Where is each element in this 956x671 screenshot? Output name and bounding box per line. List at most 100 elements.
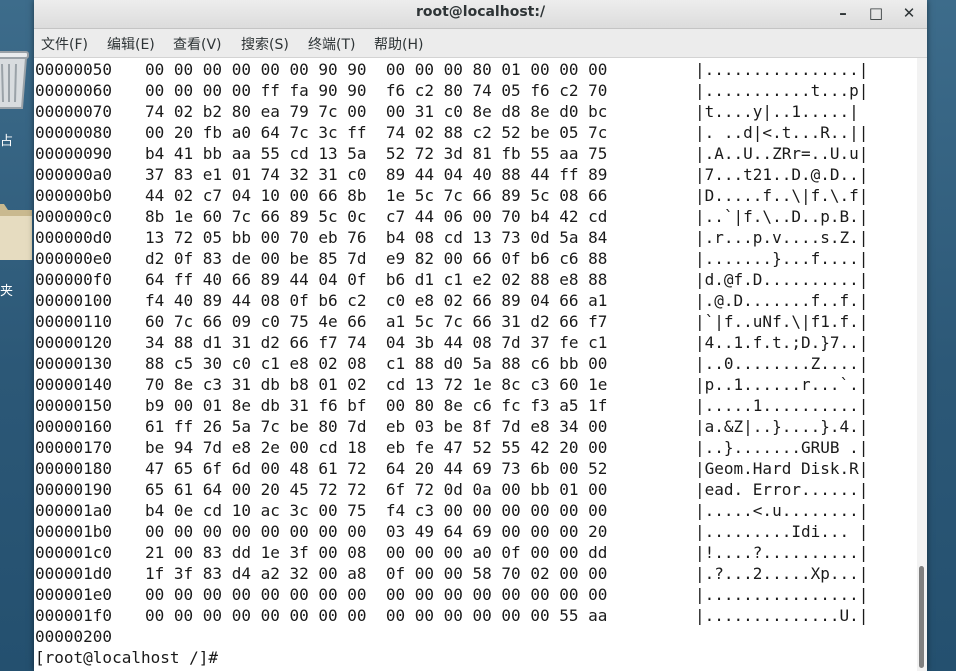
scrollbar[interactable]: [917, 58, 927, 671]
offset: 000001c0: [35, 543, 113, 562]
ascii-column: |..0........Z....|: [695, 354, 869, 373]
menu-help[interactable]: 帮助(H): [374, 34, 423, 54]
offset: 00000090: [35, 144, 113, 163]
hex-bytes: 21 00 83 dd 1e 3f 00 08 00 00 00 a0 0f 0…: [145, 543, 608, 562]
trash-icon[interactable]: [0, 44, 32, 114]
offset: 00000070: [35, 102, 113, 121]
hex-bytes: 44 02 c7 04 10 00 66 8b 1e 5c 7c 66 89 5…: [145, 186, 608, 205]
hex-bytes: 00 00 00 00 00 00 00 00 03 49 64 69 00 0…: [145, 522, 608, 541]
offset: 00000060: [35, 81, 113, 100]
ascii-column: |7...t21..D.@.D..|: [695, 165, 869, 184]
ascii-column: |.@.D.......f..f.|: [695, 291, 869, 310]
hex-bytes: 00 00 00 00 ff fa 90 90 f6 c2 80 74 05 f…: [145, 81, 608, 100]
offset: 000001f0: [35, 606, 113, 625]
window-title: root@localhost:/: [415, 4, 546, 20]
offset: 00000130: [35, 354, 113, 373]
offset: 000001a0: [35, 501, 113, 520]
hex-bytes: 61 ff 26 5a 7c be 80 7d eb 03 be 8f 7d e…: [145, 417, 608, 436]
ascii-column: |.?...2.....Xp...|: [695, 564, 869, 583]
offset: 000000f0: [35, 270, 113, 289]
ascii-column: |`|f..uNf.\|f1.f.|: [695, 312, 869, 331]
offset: 000000c0: [35, 207, 113, 226]
hex-bytes: 74 02 b2 80 ea 79 7c 00 00 31 c0 8e d8 8…: [145, 102, 608, 121]
hex-bytes: 60 7c 66 09 c0 75 4e 66 a1 5c 7c 66 31 d…: [145, 312, 608, 331]
hex-bytes: 13 72 05 bb 00 70 eb 76 b4 08 cd 13 73 0…: [145, 228, 608, 247]
ascii-column: |!....?..........|: [695, 543, 869, 562]
ascii-column: |.....<.u........|: [695, 501, 869, 520]
hex-bytes: 70 8e c3 31 db b8 01 02 cd 13 72 1e 8c c…: [145, 375, 608, 394]
offset: 00000110: [35, 312, 113, 331]
hex-bytes: b4 41 bb aa 55 cd 13 5a 52 72 3d 81 fb 5…: [145, 144, 608, 163]
ascii-column: |.r...p.v....s.Z.|: [695, 228, 869, 247]
offset: 000000b0: [35, 186, 113, 205]
hex-bytes: 8b 1e 60 7c 66 89 5c 0c c7 44 06 00 70 b…: [145, 207, 608, 226]
hex-bytes: 47 65 6f 6d 00 48 61 72 64 20 44 69 73 6…: [145, 459, 608, 478]
ascii-column: |..............U.|: [695, 606, 869, 625]
ascii-column: |4..1.f.t.;D.}7..|: [695, 333, 869, 352]
hex-bytes: 88 c5 30 c0 c1 e8 02 08 c1 88 d0 5a 88 c…: [145, 354, 608, 373]
ascii-column: |................|: [695, 585, 869, 604]
folder-icon[interactable]: [0, 198, 32, 268]
ascii-column: |.........Idi... |: [695, 522, 869, 541]
offset: 00000100: [35, 291, 113, 310]
hex-bytes: 37 83 e1 01 74 32 31 c0 89 44 04 40 88 4…: [145, 165, 608, 184]
ascii-column: |t....y|..1.....|: [695, 102, 859, 121]
hex-bytes: 65 61 64 00 20 45 72 72 6f 72 0d 0a 00 b…: [145, 480, 608, 499]
ascii-column: |ead. Error......|: [695, 480, 869, 499]
ascii-column: |..`|f.\..D..p.B.|: [695, 207, 869, 226]
menubar: 文件(F) 编辑(E) 查看(V) 搜索(S) 终端(T) 帮助(H): [34, 29, 927, 58]
ascii-column: |.......}...f....|: [695, 249, 869, 268]
hex-bytes: 00 20 fb a0 64 7c 3c ff 74 02 88 c2 52 b…: [145, 123, 608, 142]
ascii-column: |d.@f.D..........|: [695, 270, 869, 289]
offset: 000001d0: [35, 564, 113, 583]
trash-label: 占: [0, 134, 14, 149]
menu-view[interactable]: 查看(V): [173, 34, 222, 54]
offset: 00000050: [35, 60, 113, 79]
offset: 000000d0: [35, 228, 113, 247]
terminal-output[interactable]: 00000050 00 00 00 00 00 00 90 90 00 00 00…: [34, 58, 920, 671]
menu-edit[interactable]: 编辑(E): [107, 34, 155, 54]
hex-bytes: b9 00 01 8e db 31 f6 bf 00 80 8e c6 fc f…: [145, 396, 608, 415]
offset: 00000160: [35, 417, 113, 436]
titlebar[interactable]: root@localhost:/ – □ ✕: [34, 0, 927, 29]
hex-bytes: 1f 3f 83 d4 a2 32 00 a8 0f 00 00 58 70 0…: [145, 564, 608, 583]
offset: 00000150: [35, 396, 113, 415]
offset: 000000a0: [35, 165, 113, 184]
maximize-button[interactable]: □: [863, 2, 889, 24]
ascii-column: |...........t...p|: [695, 81, 869, 100]
offset: 000001b0: [35, 522, 113, 541]
hex-bytes: 64 ff 40 66 89 44 04 0f b6 d1 c1 e2 02 8…: [145, 270, 608, 289]
offset: 00000080: [35, 123, 113, 142]
ascii-column: |.....1..........|: [695, 396, 869, 415]
menu-search[interactable]: 搜索(S): [241, 34, 289, 54]
ascii-column: |a.&Z|..}....}.4.|: [695, 417, 869, 436]
hex-bytes: be 94 7d e8 2e 00 cd 18 eb fe 47 52 55 4…: [145, 438, 608, 457]
hex-bytes: 00 00 00 00 00 00 00 00 00 00 00 00 00 0…: [145, 585, 608, 604]
folder-label: 夹: [0, 284, 14, 299]
ascii-column: |Geom.Hard Disk.R|: [695, 459, 869, 478]
offset: 00000140: [35, 375, 113, 394]
offset: 00000190: [35, 480, 113, 499]
close-button[interactable]: ✕: [896, 2, 922, 24]
terminal-window: root@localhost:/ – □ ✕ 文件(F) 编辑(E) 查看(V)…: [34, 0, 927, 671]
ascii-column: |................|: [695, 60, 869, 79]
shell-prompt[interactable]: [root@localhost /]#: [35, 647, 228, 668]
ascii-column: |p..1......r...`.|: [695, 375, 869, 394]
ascii-column: |D.....f..\|f.\.f|: [695, 186, 869, 205]
scrollbar-thumb[interactable]: [919, 566, 924, 668]
hex-bytes: f4 40 89 44 08 0f b6 c2 c0 e8 02 66 89 0…: [145, 291, 608, 310]
menu-file[interactable]: 文件(F): [41, 34, 88, 54]
hex-bytes: 00 00 00 00 00 00 00 00 00 00 00 00 00 0…: [145, 606, 608, 625]
hex-bytes: b4 0e cd 10 ac 3c 00 75 f4 c3 00 00 00 0…: [145, 501, 608, 520]
minimize-button[interactable]: –: [830, 2, 856, 24]
offset: 00000120: [35, 333, 113, 352]
offset: 00000170: [35, 438, 113, 457]
offset: 000001e0: [35, 585, 113, 604]
hex-bytes: d2 0f 83 de 00 be 85 7d e9 82 00 66 0f b…: [145, 249, 608, 268]
hex-bytes: 34 88 d1 31 d2 66 f7 74 04 3b 44 08 7d 3…: [145, 333, 608, 352]
end-offset-line: 00000200: [35, 627, 113, 646]
menu-terminal[interactable]: 终端(T): [308, 34, 355, 54]
hex-bytes: 00 00 00 00 00 00 90 90 00 00 00 80 01 0…: [145, 60, 608, 79]
ascii-column: |. ..d|<.t...R..||: [695, 123, 869, 142]
offset: 00000180: [35, 459, 113, 478]
